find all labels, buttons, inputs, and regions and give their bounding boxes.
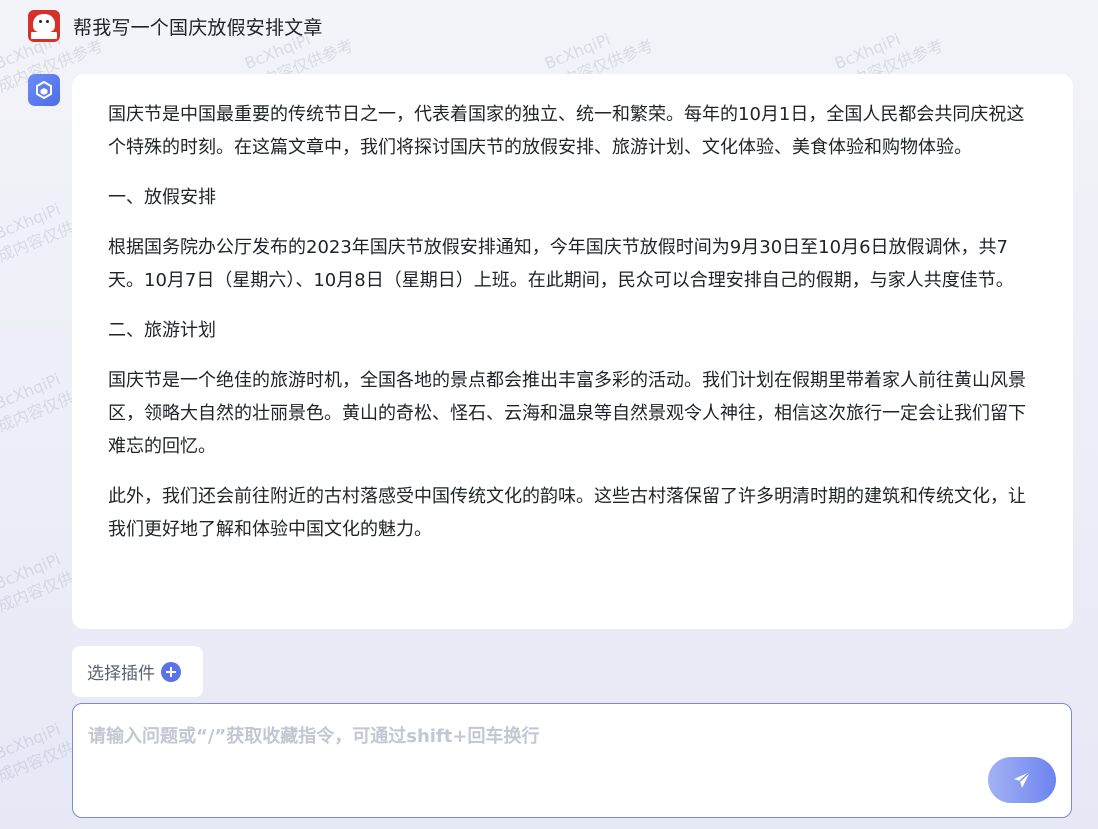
send-button[interactable]	[988, 757, 1056, 803]
chat-input[interactable]	[88, 722, 968, 802]
answer-heading: 一、放假安排	[108, 187, 216, 208]
chat-input-box[interactable]	[72, 703, 1072, 818]
answer-paragraph: 国庆节是中国最重要的传统节日之一，代表着国家的独立、统一和繁荣。每年的10月1日…	[108, 104, 1025, 158]
answer-paragraph: 国庆节是一个绝佳的旅游时机，全国各地的景点都会推出丰富多彩的活动。我们计划在假期…	[108, 370, 1026, 457]
answer-heading: 二、旅游计划	[108, 320, 216, 341]
bot-avatar	[28, 74, 60, 106]
select-plugin-button[interactable]: 选择插件	[72, 646, 203, 697]
user-message-row: 帮我写一个国庆放假安排文章	[28, 10, 323, 42]
user-question-text: 帮我写一个国庆放假安排文章	[73, 16, 323, 39]
plus-circle-icon	[161, 661, 181, 682]
answer-paragraph: 根据国务院办公厅发布的2023年国庆节放假安排通知，今年国庆节放假时间为9月30…	[108, 237, 1014, 291]
paper-plane-icon	[1014, 771, 1031, 788]
user-avatar	[28, 10, 60, 42]
assistant-answer-card: 国庆节是中国最重要的传统节日之一，代表着国家的独立、统一和繁荣。每年的10月1日…	[72, 74, 1073, 629]
answer-paragraph: 此外，我们还会前往附近的古村落感受中国传统文化的韵味。这些古村落保留了许多明清时…	[108, 486, 1026, 540]
cube-logo-icon	[36, 81, 52, 99]
select-plugin-label: 选择插件	[87, 664, 155, 684]
